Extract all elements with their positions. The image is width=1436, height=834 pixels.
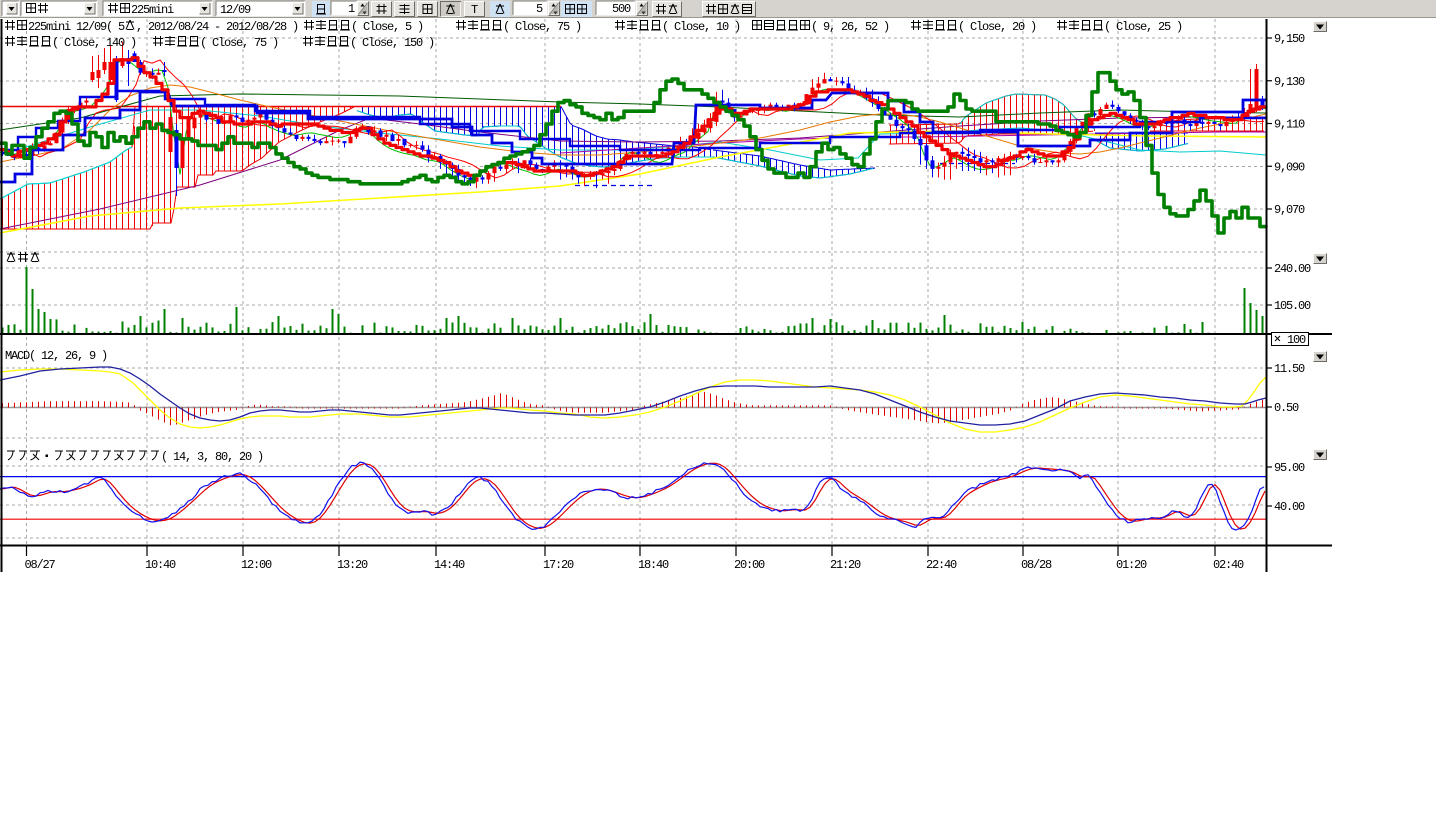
svg-text:( Close, 10 ): ( Close, 10 ) [662,20,740,34]
svg-text:225mini 12/09( 5: 225mini 12/09( 5 [28,20,125,34]
svg-text:105.00: 105.00 [1274,299,1311,313]
svg-text:40.00: 40.00 [1274,500,1305,514]
svg-text:12:00: 12:00 [241,558,272,572]
svg-text:( Close, 75 ): ( Close, 75 ) [503,20,581,34]
svg-text:9,150: 9,150 [1274,32,1305,46]
svg-text:( Close, 20 ): ( Close, 20 ) [958,20,1036,34]
svg-text:08/28: 08/28 [1021,558,1052,572]
svg-text:( Close, 25 ): ( Close, 25 ) [1104,20,1182,34]
svg-text:225mini: 225mini [131,3,174,17]
svg-text:( Close, 140 ): ( Close, 140 ) [52,36,136,50]
svg-text:( 14, 3, 80, 20 ): ( 14, 3, 80, 20 ) [161,450,263,464]
svg-text:5: 5 [536,2,543,16]
svg-text:11.50: 11.50 [1274,362,1305,376]
svg-text:14:40: 14:40 [434,558,465,572]
svg-text:( Close, 75 ): ( Close, 75 ) [200,36,278,50]
svg-text:08/27: 08/27 [25,558,56,572]
svg-text:240.00: 240.00 [1274,262,1311,276]
svg-text:21:20: 21:20 [830,558,861,572]
svg-text:17:20: 17:20 [543,558,574,572]
svg-text:18:40: 18:40 [638,558,669,572]
svg-text:500: 500 [612,2,631,16]
svg-text:95.00: 95.00 [1274,461,1305,475]
svg-text:100: 100 [1287,333,1306,347]
svg-text:( Close, 5 ): ( Close, 5 ) [351,20,423,34]
svg-text:MACD( 12, 26, 9 ): MACD( 12, 26, 9 ) [5,349,107,363]
svg-text:02:40: 02:40 [1213,558,1244,572]
svg-text:0.50: 0.50 [1274,401,1299,415]
svg-text:9,130: 9,130 [1274,75,1305,89]
svg-text:10:40: 10:40 [145,558,176,572]
svg-text:9,110: 9,110 [1274,118,1305,132]
svg-text:T: T [471,3,478,17]
svg-text:12/09: 12/09 [220,3,251,17]
svg-text:13:20: 13:20 [337,558,368,572]
svg-text:9,070: 9,070 [1274,203,1305,217]
svg-text:22:40: 22:40 [926,558,957,572]
svg-text:20:00: 20:00 [734,558,765,572]
svg-text:9,090: 9,090 [1274,160,1305,174]
svg-text:( Close, 150 ): ( Close, 150 ) [350,36,434,50]
svg-text:1: 1 [348,2,355,16]
svg-text:, 2012/08/24 - 2012/08/28 ): , 2012/08/24 - 2012/08/28 ) [136,20,298,34]
svg-text:01:20: 01:20 [1116,558,1147,572]
svg-text:( 9, 26, 52 ): ( 9, 26, 52 ) [811,20,889,34]
